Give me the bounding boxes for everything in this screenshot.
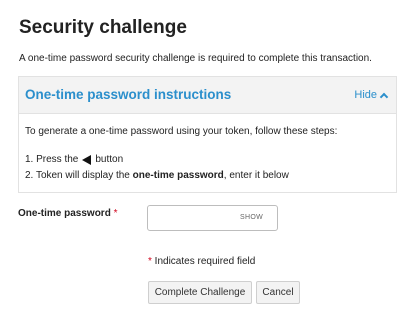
password-field: SHOW [147,205,278,231]
step-2: 2. Token will display the one-time passw… [25,170,289,181]
step-1-suffix: button [95,154,124,165]
chevron-up-icon [379,92,389,101]
left-triangle-icon [82,154,92,165]
show-password-button[interactable]: SHOW [240,214,263,221]
complete-challenge-button[interactable]: Complete Challenge [148,281,252,304]
password-label-text: One-time password [18,208,111,219]
instructions-panel: One-time password instructions Hide To g… [18,76,397,193]
required-star: * [113,208,118,219]
password-input[interactable] [148,206,243,230]
cancel-button[interactable]: Cancel [256,281,300,304]
step-1: 1. Press the button [25,154,123,165]
page-intro: A one-time password security challenge i… [19,53,372,64]
step-1-prefix: 1. Press the [25,154,79,165]
step-2-prefix: 2. Token will display the [25,170,133,181]
required-field-note: * Indicates required field [148,256,255,267]
steps-intro: To generate a one-time password using yo… [25,126,338,137]
instructions-panel-title: One-time password instructions [25,87,232,102]
hide-label: Hide [354,89,377,101]
page-title: Security challenge [19,17,187,38]
hide-instructions-toggle[interactable]: Hide [354,89,389,101]
instructions-panel-header: One-time password instructions Hide [19,77,396,114]
step-2-bold: one-time password [132,170,224,181]
password-label: One-time password * [18,208,118,219]
step-2-suffix: , enter it below [223,170,289,181]
required-note-text: Indicates required field [151,256,256,267]
